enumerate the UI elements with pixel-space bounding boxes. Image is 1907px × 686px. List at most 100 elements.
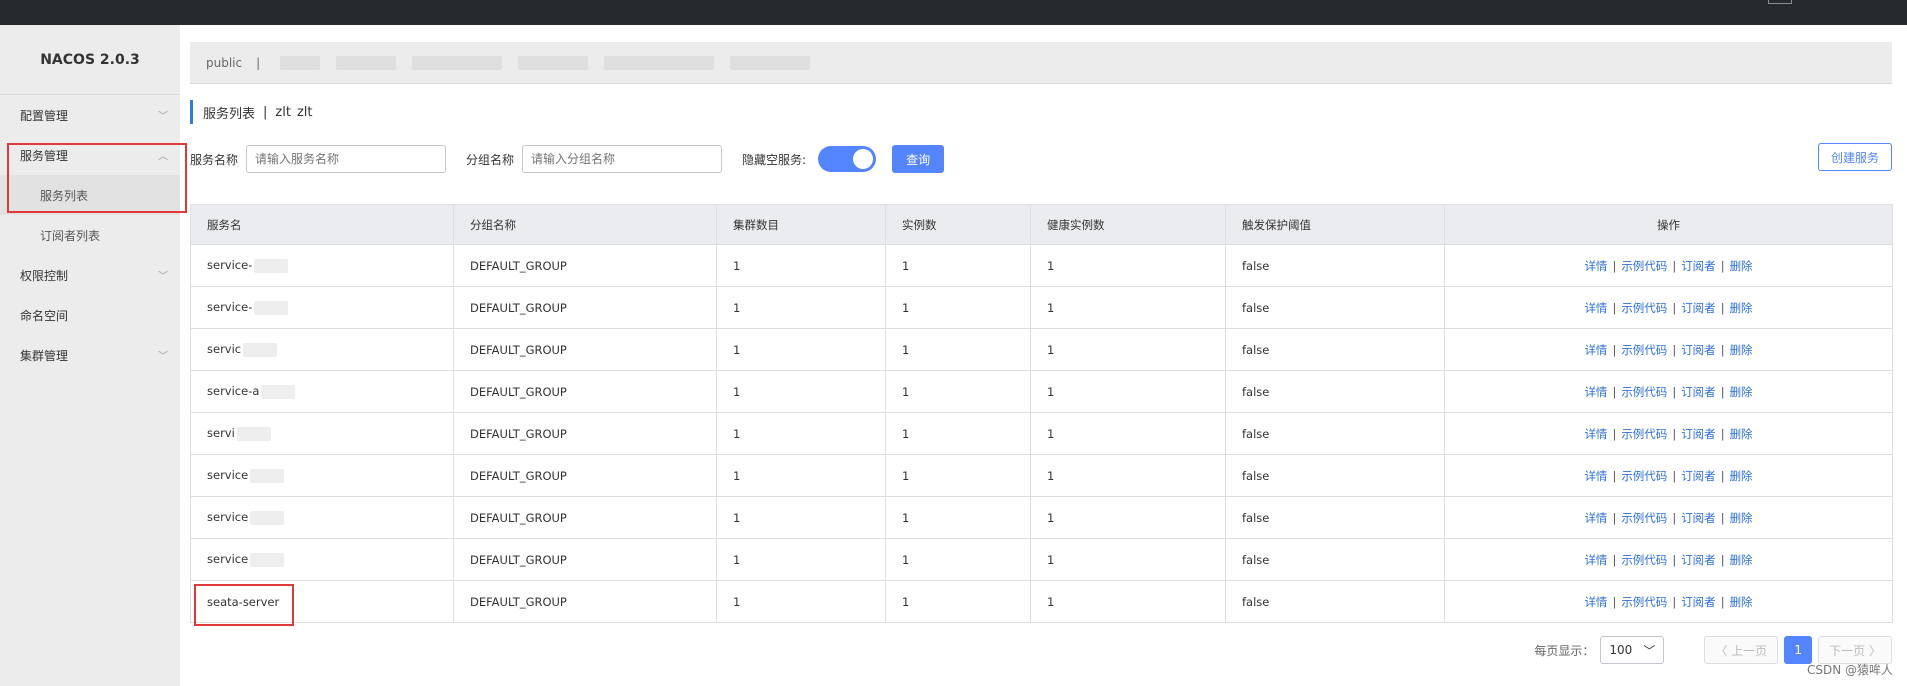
query-button[interactable]: 查询	[892, 145, 945, 173]
hide-empty-toggle[interactable]	[818, 146, 877, 172]
table-cell-name: servi	[190, 412, 454, 455]
namespace-public[interactable]: public	[206, 56, 242, 70]
sidebar-item-access-control[interactable]: 权限控制 ﹀	[0, 255, 180, 295]
cell-text: false	[1242, 510, 1270, 525]
sample-code-link[interactable]: 示例代码	[1621, 553, 1667, 567]
cell-text: 1	[1047, 300, 1055, 315]
subscriber-link[interactable]: 订阅者	[1681, 595, 1716, 609]
table-cell-instances: 1	[885, 328, 1031, 371]
table-cell-instances: 1	[885, 370, 1031, 413]
detail-link[interactable]: 详情	[1584, 385, 1607, 399]
sidebar-item-service-list[interactable]: 服务列表	[0, 175, 180, 215]
page-number-button[interactable]: 1	[1784, 636, 1813, 664]
table-cell-actions: 详情 | 示例代码 | 订阅者 | 删除	[1444, 580, 1893, 623]
sample-code-link[interactable]: 示例代码	[1621, 343, 1667, 357]
table-cell-healthy: 1	[1030, 496, 1226, 539]
cell-text: DEFAULT_GROUP	[470, 342, 567, 357]
cell-text: 1	[733, 594, 741, 609]
column-header: 实例数	[885, 204, 1031, 245]
cell-text: false	[1242, 384, 1270, 399]
redacted-block	[254, 300, 289, 315]
action-separator: |	[1612, 510, 1617, 525]
chevron-down-icon: ﹀	[158, 351, 168, 363]
detail-link[interactable]: 详情	[1584, 301, 1607, 315]
subscriber-link[interactable]: 订阅者	[1681, 259, 1716, 273]
detail-link[interactable]: 详情	[1584, 469, 1607, 483]
delete-link[interactable]: 删除	[1730, 343, 1753, 357]
delete-link[interactable]: 删除	[1730, 469, 1753, 483]
table-cell-name: service-a	[190, 370, 454, 413]
action-separator: |	[1720, 510, 1725, 525]
action-separator: |	[1612, 594, 1617, 609]
table-row: servic DEFAULT_GROUP 1 1 1 false 详情 | 示例代码 | 订阅者 | 删…	[190, 328, 1893, 371]
action-separator: |	[1672, 342, 1677, 357]
sample-code-link[interactable]: 示例代码	[1621, 385, 1667, 399]
detail-link[interactable]: 详情	[1584, 259, 1607, 273]
prev-page-button[interactable]: 〈 上一页	[1704, 636, 1779, 664]
table-cell-threshold: false	[1225, 496, 1445, 539]
table-cell-name: seata-server	[190, 580, 454, 623]
cell-text: DEFAULT_GROUP	[470, 426, 567, 441]
column-header: 分组名称	[453, 204, 717, 245]
action-separator: |	[1612, 384, 1617, 399]
subscriber-link[interactable]: 订阅者	[1681, 511, 1716, 525]
cell-text: false	[1242, 258, 1270, 273]
subscriber-link[interactable]: 订阅者	[1681, 343, 1716, 357]
table-cell-healthy: 1	[1030, 286, 1226, 329]
delete-link[interactable]: 删除	[1730, 385, 1753, 399]
detail-link[interactable]: 详情	[1584, 343, 1607, 357]
sample-code-link[interactable]: 示例代码	[1621, 301, 1667, 315]
sample-code-link[interactable]: 示例代码	[1621, 595, 1667, 609]
sample-code-link[interactable]: 示例代码	[1621, 427, 1667, 441]
table-row: service-a DEFAULT_GROUP 1 1 1 false 详情 | 示例代码 | 订阅…	[190, 370, 1893, 413]
chevron-down-icon: ﹀	[1643, 643, 1656, 658]
per-page-select[interactable]: 100 ﹀	[1600, 636, 1665, 664]
namespace-separator: |	[256, 55, 261, 70]
delete-link[interactable]: 删除	[1730, 259, 1753, 273]
group-name-input[interactable]	[522, 145, 723, 173]
table-cell-instances: 1	[885, 538, 1031, 581]
redacted-block	[604, 55, 715, 70]
redacted-block	[254, 258, 289, 273]
table-cell-instances: 1	[885, 496, 1031, 539]
sidebar-item-subscriber-list[interactable]: 订阅者列表	[0, 215, 180, 255]
create-service-button[interactable]: 创建服务	[1817, 143, 1892, 171]
action-separator: |	[1672, 510, 1677, 525]
detail-link[interactable]: 详情	[1584, 511, 1607, 525]
redacted-block	[250, 552, 285, 567]
sample-code-link[interactable]: 示例代码	[1621, 511, 1667, 525]
table-cell-actions: 详情 | 示例代码 | 订阅者 | 删除	[1444, 244, 1893, 287]
delete-link[interactable]: 删除	[1730, 553, 1753, 567]
delete-link[interactable]: 删除	[1730, 511, 1753, 525]
cell-text: service-	[207, 300, 253, 315]
delete-link[interactable]: 删除	[1730, 301, 1753, 315]
table-row: service DEFAULT_GROUP 1 1 1 false 详情 | 示例代码 | 订阅者 |…	[190, 496, 1893, 539]
sidebar-item-service-management[interactable]: 服务管理 ︿	[0, 135, 180, 175]
subscriber-link[interactable]: 订阅者	[1681, 553, 1716, 567]
action-separator: |	[1720, 552, 1725, 567]
sample-code-link[interactable]: 示例代码	[1621, 469, 1667, 483]
cell-text: 1	[902, 426, 910, 441]
detail-link[interactable]: 详情	[1584, 427, 1607, 441]
subscriber-link[interactable]: 订阅者	[1681, 427, 1716, 441]
service-name-input[interactable]	[246, 145, 447, 173]
delete-link[interactable]: 删除	[1730, 595, 1753, 609]
cell-text: 1	[733, 552, 741, 567]
detail-link[interactable]: 详情	[1584, 553, 1607, 567]
sidebar-item-config[interactable]: 配置管理 ﹀	[0, 95, 180, 135]
sidebar-item-namespace[interactable]: 命名空间	[0, 295, 180, 335]
subscriber-link[interactable]: 订阅者	[1681, 469, 1716, 483]
table-cell-threshold: false	[1225, 538, 1445, 581]
sample-code-link[interactable]: 示例代码	[1621, 259, 1667, 273]
cell-text: 1	[733, 258, 741, 273]
column-header: 集群数目	[716, 204, 886, 245]
sidebar-item-cluster[interactable]: 集群管理 ﹀	[0, 335, 180, 375]
delete-link[interactable]: 删除	[1730, 427, 1753, 441]
next-page-button[interactable]: 下一页 〉	[1818, 636, 1892, 664]
cell-text: 1	[902, 552, 910, 567]
subscriber-link[interactable]: 订阅者	[1681, 385, 1716, 399]
subscriber-link[interactable]: 订阅者	[1681, 301, 1716, 315]
table-cell-healthy: 1	[1030, 538, 1226, 581]
table-cell-group: DEFAULT_GROUP	[453, 370, 717, 413]
detail-link[interactable]: 详情	[1584, 595, 1607, 609]
